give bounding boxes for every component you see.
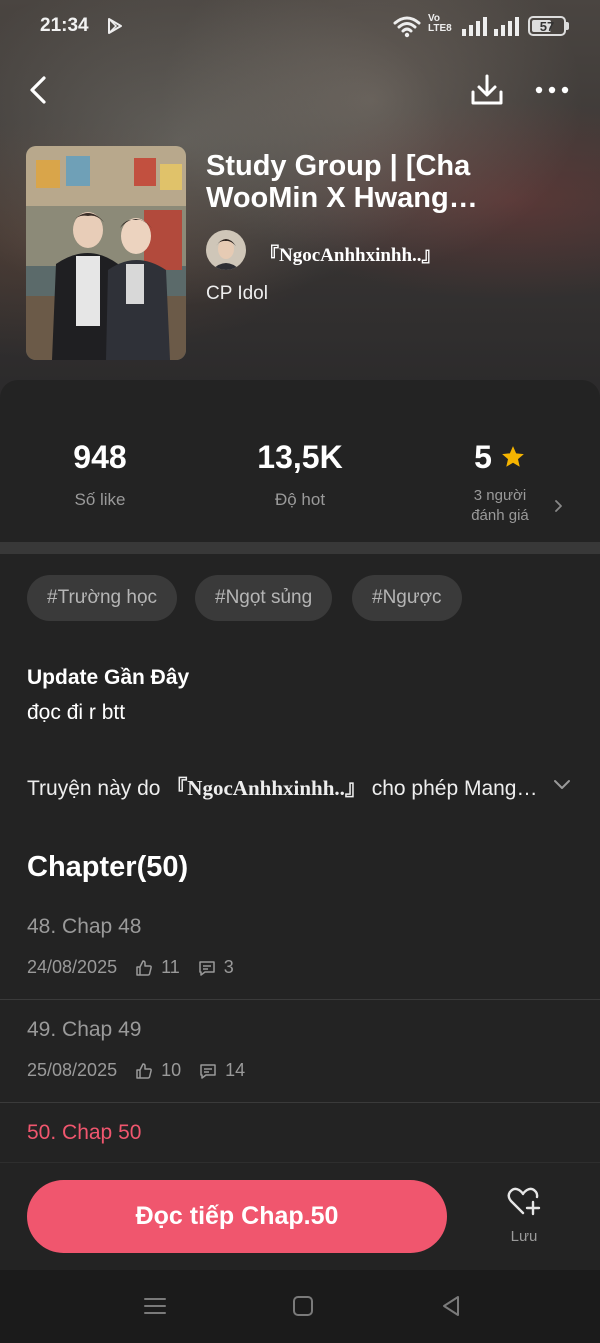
chapter-date: 24/08/2025	[27, 957, 118, 977]
tag-chip[interactable]: #Ngọt sủng	[195, 575, 333, 621]
rating-label: 3 người đánh giá	[400, 486, 600, 526]
thumbs-up-icon	[136, 1062, 152, 1079]
volte-label-bottom: LTE8	[428, 23, 452, 34]
chapter-item[interactable]: 48. Chap 48 24/08/2025 11 3	[0, 897, 600, 1000]
likes-label: Số like	[74, 490, 126, 509]
chapter-title: 49. Chap 49	[27, 1018, 142, 1041]
battery-icon: 57	[528, 16, 566, 36]
story-title: Study Group | [Cha WooMin X Hwang Minhyu…	[206, 150, 471, 214]
likes-stat: 948 Số like	[0, 438, 200, 510]
hot-count: 13,5K	[257, 439, 343, 475]
rating-count-label: 3 người	[473, 487, 527, 504]
story-category[interactable]: CP Idol	[206, 283, 268, 305]
play-store-icon	[108, 18, 122, 34]
wifi-icon	[393, 16, 421, 38]
hot-label: Độ hot	[274, 490, 326, 509]
rating-caption: đánh giá	[471, 507, 529, 524]
continue-reading-button[interactable]: Đọc tiếp Chap.50	[27, 1180, 447, 1253]
permission-author: 『NgocAnhhxinhh..』	[166, 776, 366, 800]
save-button[interactable]: Lưu	[494, 1186, 554, 1256]
volte-indicator: Vo LTE8	[428, 14, 452, 34]
rating-score: 5	[474, 439, 492, 475]
author-avatar[interactable]	[206, 230, 246, 270]
thumbs-up-icon	[136, 959, 152, 976]
chevron-down-icon[interactable]	[552, 777, 572, 793]
comment-icon	[200, 1063, 216, 1079]
permission-prefix: Truyện này do	[27, 777, 167, 800]
chapter-title: 50. Chap 50	[27, 1121, 142, 1144]
tag-chip[interactable]: #Trường học	[27, 575, 178, 621]
chevron-right-icon[interactable]	[552, 498, 564, 514]
battery-percent: 57	[539, 19, 555, 34]
chapter-meta: 24/08/2025 11 3	[27, 957, 234, 978]
author-name[interactable]: 『NgocAnhhxinhh..』	[260, 240, 441, 267]
home-icon[interactable]	[292, 1295, 314, 1317]
chapter-likes: 10	[161, 1060, 182, 1080]
chapter-likes: 11	[161, 957, 180, 977]
chapter-comments: 3	[223, 957, 234, 977]
rating-row: 5	[474, 438, 526, 476]
rating-stat[interactable]: 5 3 người đánh giá	[400, 438, 600, 526]
story-cover-image[interactable]	[26, 146, 186, 360]
section-divider	[0, 542, 600, 554]
permission-notice[interactable]: Truyện này do 『NgocAnhhxinhh..』 cho phép…	[27, 772, 547, 802]
comment-icon	[199, 960, 215, 976]
more-options-button[interactable]	[532, 76, 572, 104]
star-icon	[502, 446, 524, 467]
chapter-comments: 14	[225, 1060, 246, 1080]
clock: 21:34	[40, 15, 89, 36]
chapters-heading: Chapter(50)	[27, 851, 189, 883]
update-heading: Update Gần Đây	[27, 666, 190, 689]
back-triangle-icon[interactable]	[440, 1294, 462, 1318]
chapter-title: 48. Chap 48	[27, 915, 142, 938]
status-bar: 21:34 Vo LTE8 57	[0, 0, 600, 52]
tag-chip[interactable]: #Ngược	[352, 575, 462, 621]
chapter-meta: 25/08/2025 10 14	[27, 1060, 245, 1081]
signal-icon	[462, 17, 487, 36]
recent-apps-icon[interactable]	[143, 1294, 167, 1318]
hot-stat: 13,5K Độ hot	[200, 438, 400, 510]
save-label: Lưu	[510, 1228, 538, 1245]
battery-nub	[566, 22, 569, 30]
back-button[interactable]	[22, 70, 56, 110]
permission-suffix: cho phép Mangatoon đăng tải	[371, 777, 547, 800]
chapter-date: 25/08/2025	[27, 1060, 118, 1080]
signal-icon	[494, 17, 519, 36]
heart-plus-icon	[507, 1187, 541, 1216]
chapter-item[interactable]: 49. Chap 49 25/08/2025 10 14	[0, 1000, 600, 1103]
system-navigation-bar	[0, 1270, 600, 1343]
update-text: đọc đi r btt	[27, 701, 126, 724]
likes-count: 948	[73, 439, 127, 475]
download-button[interactable]	[468, 70, 506, 110]
